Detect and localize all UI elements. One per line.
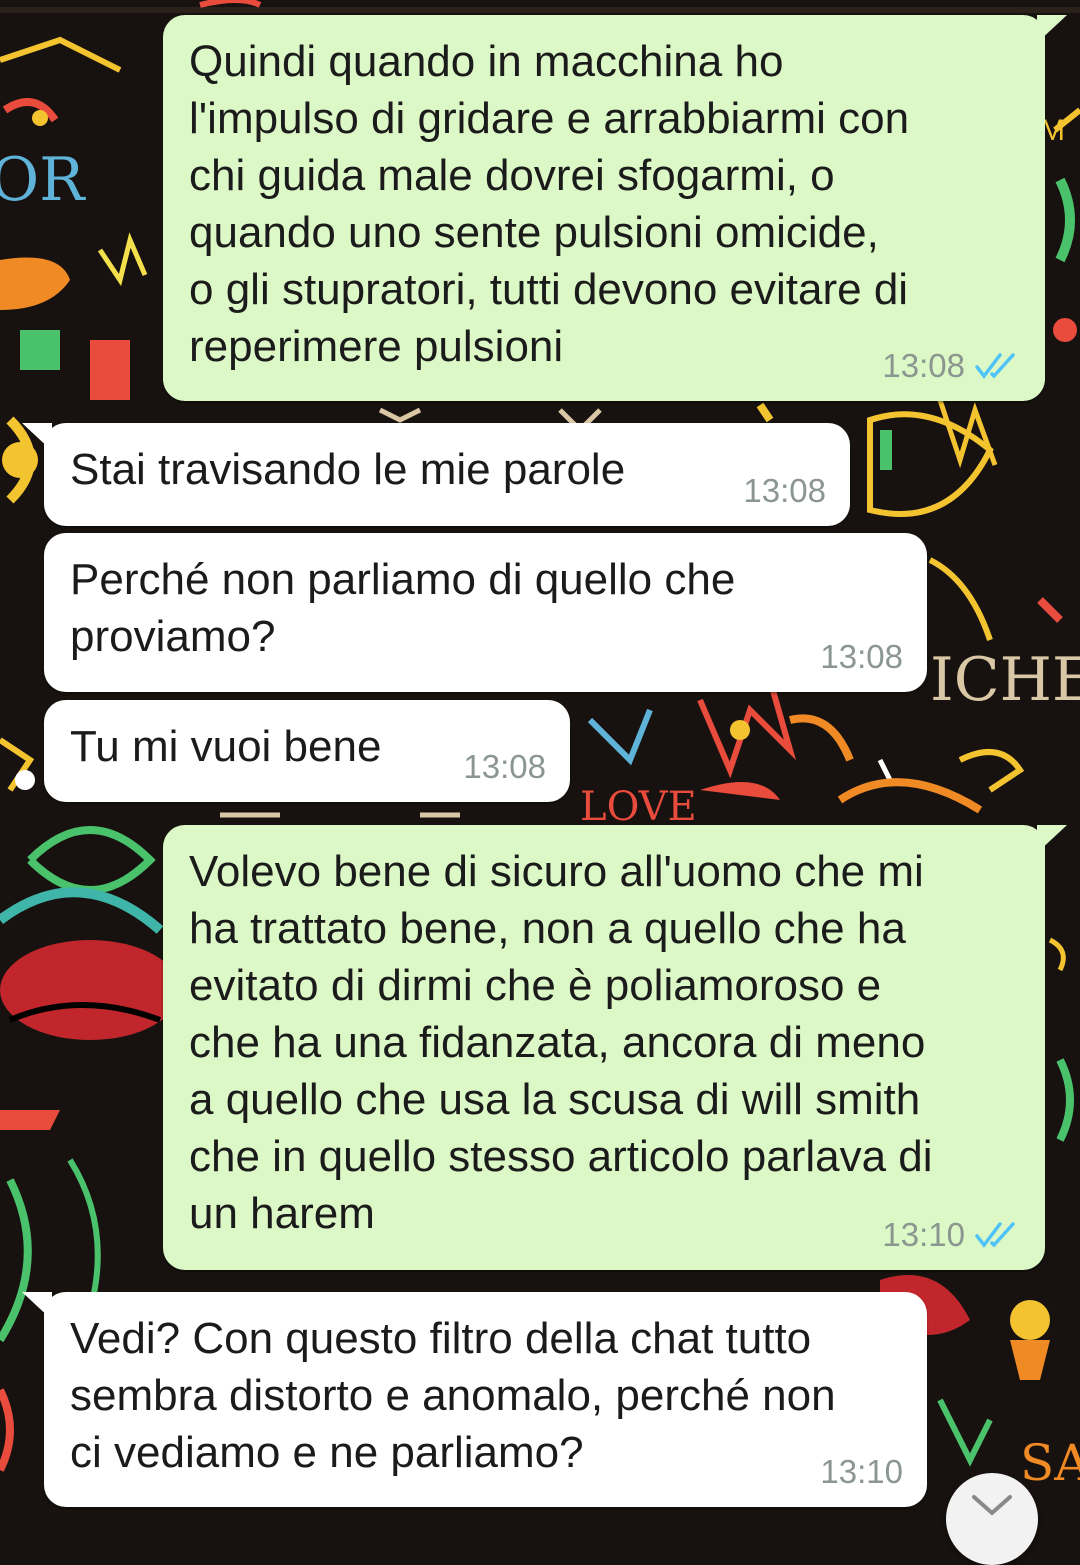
message-bubble-incoming[interactable]: Perché non parliamo di quello che provia… <box>44 533 927 692</box>
message-text: Stai travisando le mie parole <box>70 445 626 494</box>
message-bubble-outgoing[interactable]: Quindi quando in macchina ho l'impulso d… <box>163 15 1067 401</box>
message-bubble-incoming[interactable]: Vedi? Con questo filtro della chat tutto… <box>22 1292 927 1507</box>
bubble-tail-icon <box>1037 15 1067 43</box>
svg-text:OR: OR <box>0 145 86 215</box>
svg-text:SA: SA <box>1020 1434 1080 1492</box>
message-meta: 13:08 <box>882 347 1021 385</box>
double-check-read-icon <box>975 1222 1015 1248</box>
message-meta: 13:08 <box>820 638 903 676</box>
bubble-tail-icon <box>22 1292 52 1320</box>
message-time: 13:10 <box>820 1453 903 1490</box>
message-time: 13:08 <box>820 638 903 675</box>
message-meta: 13:10 <box>882 1216 1021 1254</box>
message-text: Vedi? Con questo filtro della chat tutto… <box>70 1314 836 1477</box>
message-meta: 13:08 <box>743 472 826 510</box>
scroll-to-bottom-button[interactable] <box>946 1473 1038 1565</box>
message-text: Quindi quando in macchina ho l'impulso d… <box>189 37 910 371</box>
message-time: 13:10 <box>882 1216 965 1253</box>
message-bubble-incoming[interactable]: Stai travisando le mie parole 13:08 <box>22 423 850 526</box>
message-time: 13:08 <box>463 748 546 785</box>
message-bubble-incoming[interactable]: Tu mi vuoi bene 13:08 <box>44 700 570 802</box>
message-bubble-outgoing[interactable]: Volevo bene di sicuro all'uomo che mi ha… <box>163 825 1067 1270</box>
svg-text:LOVE: LOVE <box>580 784 697 830</box>
message-time: 13:08 <box>882 347 965 384</box>
message-text: Tu mi vuoi bene <box>70 722 382 771</box>
message-meta: 13:08 <box>463 748 546 786</box>
message-time: 13:08 <box>743 472 826 509</box>
double-check-read-icon <box>975 353 1015 379</box>
message-meta: 13:10 <box>820 1453 903 1491</box>
bubble-tail-icon <box>1037 825 1067 853</box>
bubble-tail-icon <box>22 423 52 451</box>
message-text: Volevo bene di sicuro all'uomo che mi ha… <box>189 847 933 1238</box>
svg-text:ICHEL: ICHEL <box>930 645 1080 715</box>
message-text: Perché non parliamo di quello che provia… <box>70 555 736 661</box>
